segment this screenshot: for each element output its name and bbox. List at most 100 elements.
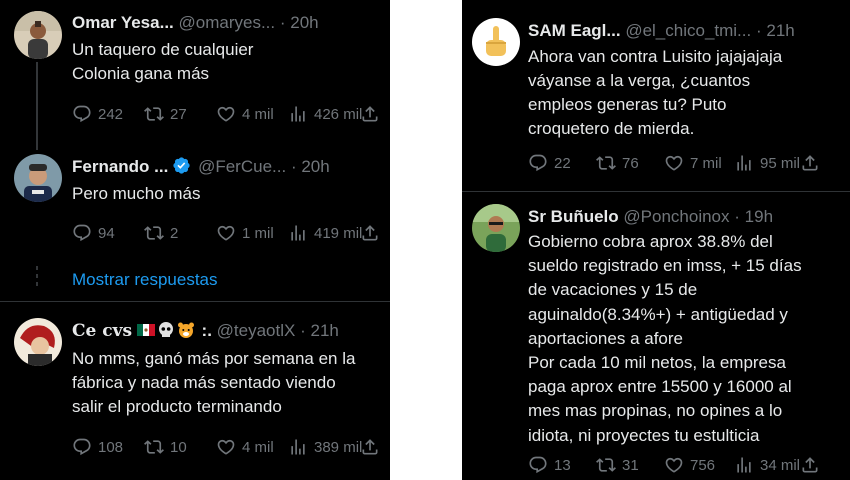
reply-button[interactable]: 22 [528, 152, 571, 174]
like-button[interactable]: 7 mil [664, 152, 722, 174]
share-icon [360, 437, 380, 457]
reply-button[interactable]: 108 [72, 436, 123, 458]
verified-badge-icon [172, 156, 191, 175]
view-count: 95 mil [760, 154, 801, 172]
avatar[interactable] [472, 18, 520, 66]
separator-dot: · [734, 207, 740, 226]
tiger-face-icon [177, 322, 194, 338]
text-line: empleos generas tu? Puto [528, 95, 727, 114]
tweet-actions: 22 76 7 mil 95 mil [528, 152, 848, 174]
retweet-count: 76 [622, 154, 639, 172]
reply-count: 108 [98, 438, 124, 456]
like-count: 1 mil [242, 224, 274, 242]
retweet-count: 31 [622, 456, 639, 474]
tweet-actions: 242 27 4 mil 426 mil [72, 103, 390, 125]
tweet-text: Gobierno cobra aprox 38.8% del sueldo re… [528, 230, 802, 448]
reply-count: 242 [98, 105, 124, 123]
like-count: 7 mil [690, 154, 722, 172]
reply-button[interactable]: 13 [528, 454, 571, 476]
views-button[interactable]: 419 mil [288, 222, 362, 244]
views-icon [288, 104, 308, 124]
tweet-ce-cvs[interactable]: Ce cvs :. @teyaotlX · 21h No mms, ganó m… [0, 302, 390, 480]
display-name[interactable]: SAM Eagl... [528, 21, 621, 40]
views-button[interactable]: 34 mil [734, 454, 800, 476]
display-name[interactable]: Ce cvs [72, 321, 132, 341]
text-line: Pero mucho más [72, 184, 201, 203]
view-count: 34 mil [760, 456, 801, 474]
tweet-header: SAM Eagl... @el_chico_tmi... · 21h [528, 20, 795, 42]
reply-button[interactable]: 94 [72, 222, 115, 244]
like-button[interactable]: 1 mil [216, 222, 274, 244]
thread-dots [36, 266, 38, 290]
avatar[interactable] [14, 11, 62, 59]
separator-dot: · [300, 321, 306, 340]
user-handle[interactable]: @teyaotlX [217, 321, 296, 340]
timestamp[interactable]: 21h [311, 321, 339, 340]
share-button[interactable] [800, 454, 826, 476]
share-button[interactable] [360, 222, 386, 244]
reply-count: 94 [98, 224, 115, 242]
like-button[interactable]: 4 mil [216, 436, 274, 458]
reply-button[interactable]: 242 [72, 103, 123, 125]
reply-count: 22 [554, 154, 571, 172]
retweet-button[interactable]: 76 [596, 152, 639, 174]
user-handle[interactable]: @omaryes... [179, 13, 276, 32]
like-button[interactable]: 756 [664, 454, 715, 476]
mexico-flag-icon [136, 324, 155, 336]
display-name[interactable]: Fernando ... [72, 157, 168, 176]
retweet-button[interactable]: 31 [596, 454, 639, 476]
retweet-icon [144, 437, 164, 457]
timestamp[interactable]: 20h [301, 157, 329, 176]
right-reply-thread: SAM Eagl... @el_chico_tmi... · 21h Ahora… [462, 0, 850, 480]
share-icon [360, 104, 380, 124]
views-button[interactable]: 389 mil [288, 436, 362, 458]
share-icon [360, 223, 380, 243]
like-count: 4 mil [242, 438, 274, 456]
share-button[interactable] [360, 103, 386, 125]
user-handle[interactable]: @Ponchoinox [623, 207, 729, 226]
like-button[interactable]: 4 mil [216, 103, 274, 125]
show-replies-link[interactable]: Mostrar respuestas [72, 270, 218, 290]
tweet-sr-bunuelo[interactable]: Sr Buñuelo @Ponchoinox · 19h Gobierno co… [462, 192, 850, 480]
text-line: Por cada 10 mil netos, la empresa [528, 353, 786, 373]
tweet-actions: 108 10 4 mil 389 mil [72, 436, 390, 458]
text-line: No mms, ganó más por semana en la [72, 349, 356, 368]
retweet-icon [596, 455, 616, 475]
retweet-count: 27 [170, 105, 187, 123]
user-handle[interactable]: @FerCue... [198, 157, 286, 176]
avatar[interactable] [472, 204, 520, 252]
retweet-count: 2 [170, 224, 179, 242]
tweet-fernando[interactable]: Fernando ... @FerCue... · 20h Pero mucho… [0, 150, 390, 260]
share-icon [800, 153, 820, 173]
retweet-button[interactable]: 2 [144, 222, 178, 244]
display-name[interactable]: Omar Yesa... [72, 13, 174, 32]
timestamp[interactable]: 21h [766, 21, 794, 40]
text-line: sueldo registrado en imss, + 15 días [528, 256, 802, 276]
tweet-sam-eagl[interactable]: SAM Eagl... @el_chico_tmi... · 21h Ahora… [462, 0, 850, 190]
avatar[interactable] [14, 318, 62, 366]
share-button[interactable] [800, 152, 826, 174]
tweet-omar[interactable]: Omar Yesa... @omaryes... · 20h Un taquer… [0, 0, 390, 150]
user-handle[interactable]: @el_chico_tmi... [625, 21, 751, 40]
tweet-header: Ce cvs :. @teyaotlX · 21h [72, 320, 339, 342]
display-name-suffix: :. [201, 321, 212, 340]
views-button[interactable]: 426 mil [288, 103, 362, 125]
timestamp[interactable]: 20h [290, 13, 318, 32]
retweet-icon [144, 104, 164, 124]
reply-count: 13 [554, 456, 571, 474]
text-line: aguinaldo(8.34%+) + antigüedad y [528, 304, 788, 324]
views-button[interactable]: 95 mil [734, 152, 800, 174]
reply-icon [72, 437, 92, 457]
heart-icon [216, 104, 236, 124]
timestamp[interactable]: 19h [745, 207, 773, 226]
share-icon [800, 455, 820, 475]
share-button[interactable] [360, 436, 386, 458]
avatar[interactable] [14, 154, 62, 202]
text-line: idiota, ni proyectes tu estulticia [528, 425, 760, 445]
text-line: paga aprox entre 15500 y 16000 al [528, 377, 792, 397]
retweet-button[interactable]: 10 [144, 436, 187, 458]
reply-icon [72, 223, 92, 243]
heart-icon [216, 223, 236, 243]
retweet-button[interactable]: 27 [144, 103, 187, 125]
display-name[interactable]: Sr Buñuelo [528, 207, 619, 226]
